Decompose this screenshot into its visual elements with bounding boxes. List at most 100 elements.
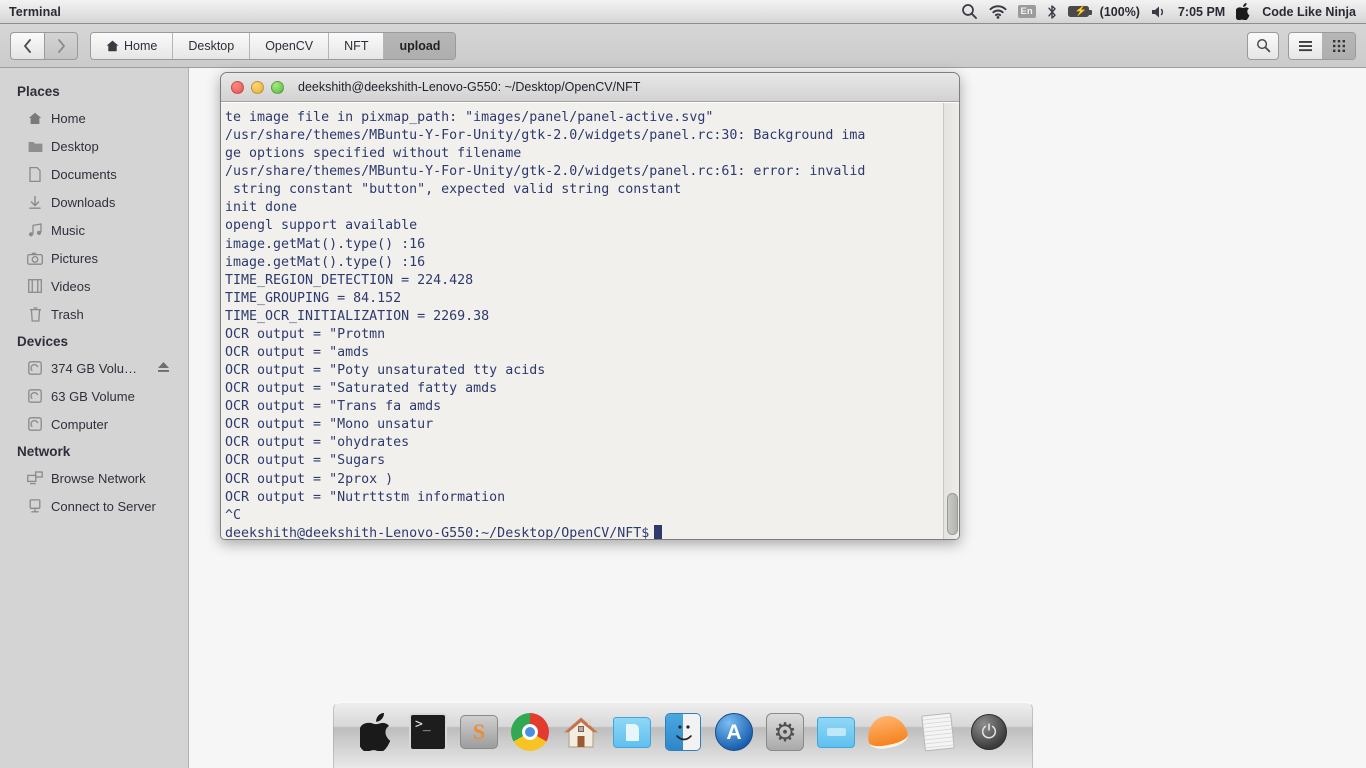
sidebar-item-label: Browse Network (51, 470, 146, 486)
navigation-buttons (10, 31, 78, 60)
sidebar-item-music[interactable]: Music (0, 216, 188, 244)
search-icon[interactable] (961, 3, 978, 20)
terminal-body[interactable]: te image file in pixmap_path: "images/pa… (221, 102, 959, 540)
terminal-cursor (654, 524, 663, 539)
terminal-window[interactable]: deekshith@deekshith-Lenovo-G550: ~/Deskt… (220, 72, 960, 540)
sidebar-item-videos[interactable]: Videos (0, 272, 188, 300)
file-manager-toolbar: Home Desktop OpenCV NFT upload (0, 24, 1366, 68)
maximize-window-icon[interactable] (271, 80, 284, 94)
search-button[interactable] (1247, 31, 1279, 60)
dock-item-clementine[interactable] (864, 711, 910, 753)
documents-folder-icon (613, 716, 651, 748)
sidebar-item-label: Computer (51, 416, 109, 432)
folder-icon (27, 138, 43, 154)
terminal-prompt: deekshith@deekshith-Lenovo-G550:~/Deskto… (225, 525, 650, 540)
list-view-button[interactable] (1289, 32, 1322, 59)
desktop-root: Terminal En ⚡ (100%) 7:05 PM Code Like N… (0, 0, 1366, 768)
breadcrumb-item-home[interactable]: Home (91, 32, 174, 59)
battery-icon[interactable]: ⚡ (1067, 6, 1092, 17)
breadcrumb: Home Desktop OpenCV NFT upload (90, 31, 457, 60)
breadcrumb-item-opencv[interactable]: OpenCV (250, 32, 330, 59)
dock-item-terminal[interactable]: >_ (407, 711, 449, 753)
terminal-output: te image file in pixmap_path: "images/pa… (225, 110, 866, 523)
dock: >_ S A ⚙ ⏻ (333, 702, 1033, 768)
chrome-icon (511, 713, 549, 751)
notes-icon (921, 712, 955, 752)
sidebar-item-label: Desktop (51, 138, 99, 154)
clock[interactable]: 7:05 PM (1178, 5, 1225, 19)
sidebar-item-label: 63 GB Volume (51, 388, 135, 404)
app-store-icon: A (715, 713, 753, 751)
dock-item-home[interactable] (560, 711, 602, 753)
breadcrumb-item-upload[interactable]: upload (384, 32, 456, 59)
sidebar-item-label: Downloads (51, 194, 116, 210)
sidebar-item-downloads[interactable]: Downloads (0, 188, 188, 216)
sidebar-item-browse-network[interactable]: Browse Network (0, 464, 188, 492)
dock-item-sublime-text[interactable]: S (458, 711, 500, 753)
user-name[interactable]: Code Like Ninja (1262, 5, 1356, 19)
back-button[interactable] (10, 31, 44, 60)
sidebar-item-home[interactable]: Home (0, 104, 188, 132)
volume-icon[interactable] (1151, 5, 1167, 19)
dock-item-system-settings[interactable]: ⚙ (764, 711, 806, 753)
sidebar-item-desktop[interactable]: Desktop (0, 132, 188, 160)
sublime-text-icon: S (460, 715, 498, 749)
camera-icon (27, 250, 43, 266)
breadcrumb-item-nft[interactable]: NFT (329, 32, 385, 59)
sidebar-item-374gb-volume[interactable]: 374 GB Volu… (0, 354, 188, 382)
close-window-icon[interactable] (231, 80, 244, 94)
sidebar-item-connect-to-server[interactable]: Connect to Server (0, 492, 188, 520)
terminal-titlebar[interactable]: deekshith@deekshith-Lenovo-G550: ~/Deskt… (221, 73, 959, 102)
sidebar-item-label: Pictures (51, 250, 98, 266)
sidebar-item-trash[interactable]: Trash (0, 300, 188, 328)
grid-view-button[interactable] (1322, 32, 1355, 59)
sidebar-section-places-title: Places (17, 84, 60, 99)
sidebar-item-63gb-volume[interactable]: 63 GB Volume (0, 382, 188, 410)
terminal-scrollbar[interactable] (943, 103, 959, 539)
eject-icon[interactable] (157, 361, 180, 376)
dock-item-apple[interactable] (356, 711, 398, 753)
trash-icon (27, 306, 43, 322)
terminal-scrollbar-thumb[interactable] (947, 493, 958, 535)
sidebar-item-label: Home (51, 110, 86, 126)
sidebar-item-label: Connect to Server (51, 498, 156, 514)
home-icon (106, 40, 119, 51)
sidebar-item-label: Trash (51, 306, 84, 322)
bluetooth-icon[interactable] (1047, 4, 1057, 20)
toolbar-right-controls (1247, 31, 1356, 60)
dock-item-chrome[interactable] (509, 711, 551, 753)
breadcrumb-label: upload (399, 38, 441, 53)
sidebar-item-label: Music (51, 222, 85, 238)
dock-item-finder[interactable] (662, 711, 704, 753)
forward-button[interactable] (44, 31, 78, 60)
download-icon (27, 194, 43, 210)
apple-logo-icon[interactable] (1236, 3, 1251, 20)
sidebar-item-documents[interactable]: Documents (0, 160, 188, 188)
sidebar-item-label: 374 GB Volu… (51, 360, 137, 376)
dock-item-notes[interactable] (917, 711, 959, 753)
dock-item-app-store[interactable]: A (713, 711, 755, 753)
battery-percent: (100%) (1099, 4, 1140, 19)
dock-item-documents-folder[interactable] (611, 711, 653, 753)
active-app-title[interactable]: Terminal (9, 5, 61, 19)
chevron-left-icon (24, 38, 31, 53)
home-icon (27, 110, 43, 126)
dock-item-folder[interactable] (815, 711, 857, 753)
sidebar-section-devices-title: Devices (17, 334, 69, 349)
chevron-right-icon (57, 38, 65, 53)
folder-icon (817, 716, 855, 748)
finder-icon (665, 713, 701, 751)
disk-icon (27, 360, 43, 376)
sidebar-item-computer[interactable]: Computer (0, 410, 188, 438)
list-view-icon (1299, 40, 1312, 51)
dock-item-power[interactable]: ⏻ (968, 711, 1010, 753)
minimize-window-icon[interactable] (251, 80, 264, 94)
language-indicator[interactable]: En (1017, 5, 1036, 18)
sidebar-section-network-title: Network (17, 444, 71, 459)
sidebar-item-pictures[interactable]: Pictures (0, 244, 188, 272)
film-icon (27, 278, 43, 294)
home-icon (563, 717, 599, 748)
grid-view-icon (1332, 39, 1345, 52)
wifi-icon[interactable] (989, 4, 1007, 19)
breadcrumb-item-desktop[interactable]: Desktop (173, 32, 251, 59)
